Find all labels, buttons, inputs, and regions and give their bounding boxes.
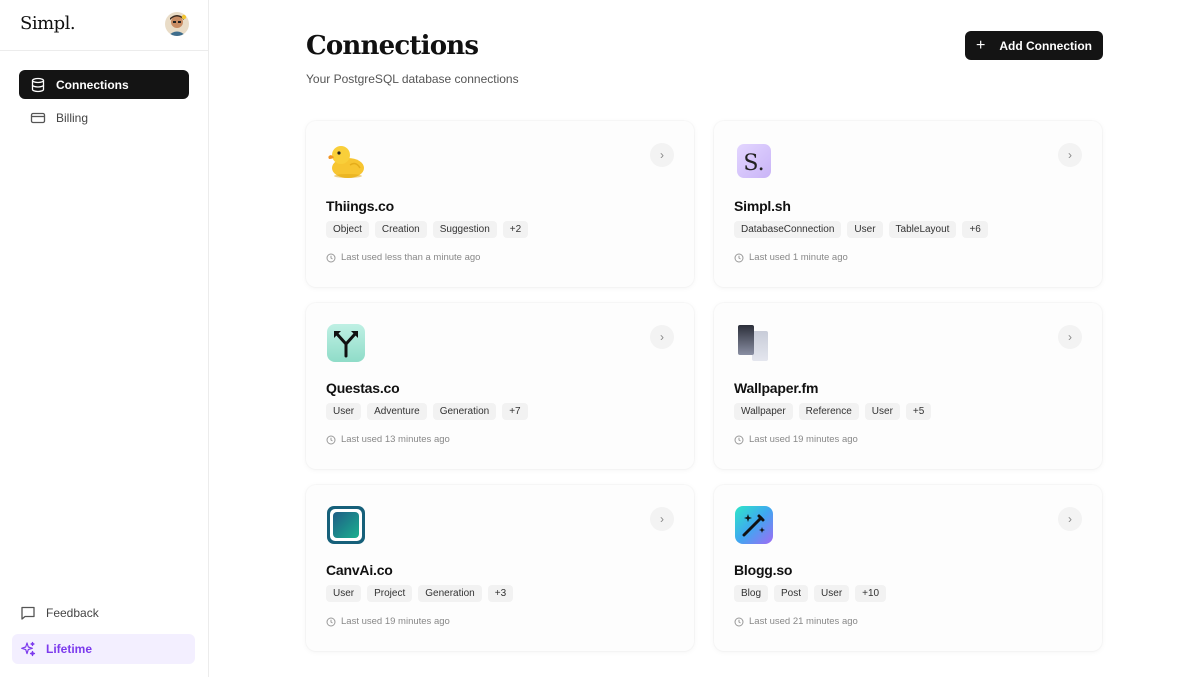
tag-more: +10 — [855, 585, 887, 602]
sidebar-item-label: Billing — [56, 110, 89, 125]
plus-icon: + — [976, 36, 986, 54]
tag-list: User Adventure Generation +7 — [326, 403, 528, 420]
last-used: Last used 13 minutes ago — [326, 434, 450, 445]
page-subtitle: Your PostgreSQL database connections — [306, 72, 519, 86]
clock-icon — [734, 617, 744, 626]
chevron-right-icon[interactable]: › — [1058, 507, 1082, 531]
database-icon — [30, 77, 46, 93]
message-square-icon — [20, 605, 36, 621]
connection-card[interactable]: › Wallpaper.fm Wallpaper Reference User … — [714, 303, 1102, 469]
connection-card[interactable]: › Thiings.co Object Creation Suggestion … — [306, 121, 694, 287]
tag: TableLayout — [888, 221, 957, 238]
connection-card[interactable]: › Questas.co User Adventure Generation +… — [306, 303, 694, 469]
connection-name: Questas.co — [326, 380, 400, 396]
tag-more: +7 — [502, 403, 528, 420]
chevron-right-icon[interactable]: › — [1058, 143, 1082, 167]
brand-logo[interactable]: Simpl. — [20, 13, 76, 34]
page-title: Connections — [306, 31, 479, 61]
connection-card[interactable]: S. › Simpl.sh DatabaseConnection User Ta… — [714, 121, 1102, 287]
tag-more: +5 — [905, 403, 932, 420]
sidebar-item-billing[interactable]: Billing — [19, 103, 189, 132]
connection-name: Blogg.so — [734, 562, 793, 578]
connection-card[interactable]: › CanvAi.co User Project Generation +3 L… — [306, 485, 694, 651]
sidebar-header: Simpl. — [0, 0, 208, 51]
last-used-text: Last used 19 minutes ago — [341, 616, 450, 627]
last-used-text: Last used 13 minutes ago — [341, 434, 450, 445]
last-used: Last used 1 minute ago — [734, 252, 848, 263]
user-avatar[interactable] — [165, 12, 189, 36]
tag: User — [326, 403, 362, 420]
sidebar-nav: Connections Billing — [19, 70, 189, 136]
tag: Generation — [418, 585, 482, 602]
simpl-s-logo-icon: S. — [734, 141, 774, 181]
tag: User — [864, 403, 900, 420]
tag-list: DatabaseConnection User TableLayout +6 — [734, 221, 988, 238]
add-connection-button[interactable]: + Add Connection — [965, 31, 1103, 60]
split-arrow-icon — [326, 323, 366, 363]
tag: Reference — [798, 403, 859, 420]
tag: User — [814, 585, 850, 602]
sidebar: Simpl. Connections Billing Feedback Life… — [0, 0, 209, 677]
connection-card[interactable]: › Blogg.so Blog Post User +10 Last used … — [714, 485, 1102, 651]
last-used: Last used 21 minutes ago — [734, 616, 858, 627]
last-used-text: Last used 1 minute ago — [749, 252, 848, 263]
tag: Blog — [734, 585, 769, 602]
tag: Post — [774, 585, 809, 602]
lifetime-button[interactable]: Lifetime — [12, 634, 195, 664]
last-used-text: Last used less than a minute ago — [341, 252, 481, 263]
tag: Adventure — [367, 403, 427, 420]
feedback-button[interactable]: Feedback — [12, 598, 195, 628]
tag-list: Blog Post User +10 — [734, 585, 887, 602]
clock-icon — [326, 435, 336, 444]
feedback-label: Feedback — [46, 606, 99, 620]
tag-more: +6 — [962, 221, 988, 238]
svg-text:S.: S. — [743, 151, 764, 176]
phone-screens-icon — [734, 323, 774, 363]
clock-icon — [326, 253, 336, 262]
sidebar-footer: Feedback Lifetime — [12, 598, 195, 664]
canvas-square-icon — [326, 505, 366, 545]
last-used-text: Last used 19 minutes ago — [749, 434, 858, 445]
add-connection-label: Add Connection — [999, 38, 1092, 53]
tag: DatabaseConnection — [734, 221, 842, 238]
last-used: Last used less than a minute ago — [326, 252, 480, 263]
clock-icon — [734, 253, 744, 262]
tag-list: User Project Generation +3 — [326, 585, 514, 602]
connection-name: Simpl.sh — [734, 198, 791, 214]
credit-card-icon — [30, 110, 46, 126]
tag-more: +3 — [487, 585, 514, 602]
tag: Generation — [432, 403, 497, 420]
tag: User — [326, 585, 362, 602]
chevron-right-icon[interactable]: › — [650, 507, 674, 531]
tag: Object — [326, 221, 369, 238]
tag: Wallpaper — [734, 403, 793, 420]
sidebar-item-label: Connections — [56, 77, 129, 92]
last-used-text: Last used 21 minutes ago — [749, 616, 858, 627]
connection-name: Thiings.co — [326, 198, 395, 214]
lifetime-label: Lifetime — [46, 642, 93, 656]
connection-name: Wallpaper.fm — [734, 380, 819, 396]
tag-list: Object Creation Suggestion +2 — [326, 221, 529, 238]
tag: Creation — [374, 221, 427, 238]
last-used: Last used 19 minutes ago — [734, 434, 858, 445]
rubber-duck-icon — [326, 141, 366, 181]
chevron-right-icon[interactable]: › — [650, 325, 674, 349]
chevron-right-icon[interactable]: › — [1058, 325, 1082, 349]
sidebar-item-connections[interactable]: Connections — [19, 70, 189, 99]
tag: Suggestion — [432, 221, 497, 238]
magic-pen-icon — [734, 505, 774, 545]
tag-list: Wallpaper Reference User +5 — [734, 403, 932, 420]
chevron-right-icon[interactable]: › — [650, 143, 674, 167]
sparkles-icon — [20, 641, 36, 657]
connection-name: CanvAi.co — [326, 562, 393, 578]
clock-icon — [734, 435, 744, 444]
tag: Project — [367, 585, 413, 602]
clock-icon — [326, 617, 336, 626]
tag-more: +2 — [502, 221, 529, 238]
last-used: Last used 19 minutes ago — [326, 616, 450, 627]
tag: User — [847, 221, 883, 238]
